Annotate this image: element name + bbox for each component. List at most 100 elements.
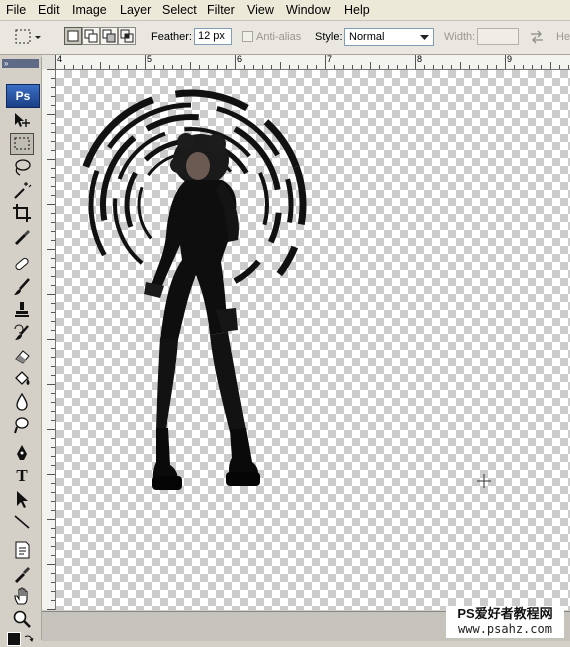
healing-brush-icon [15,257,29,271]
ring-arc [292,165,307,226]
width-input[interactable] [477,28,519,45]
ruler-label-9: 9 [507,55,513,64]
collapse-icon: » [4,59,9,68]
document-canvas[interactable] [56,70,570,610]
ruler-label-5: 5 [147,55,153,64]
dodge-icon [14,417,29,434]
horizontal-ruler[interactable]: 4 5 6 7 8 9 [55,55,570,70]
move-tool[interactable] [10,110,34,132]
path-selection-tool[interactable] [10,488,34,510]
height-label: He [556,31,570,43]
zoom-icon [13,610,31,628]
foreground-color-swatch[interactable] [7,632,21,646]
dodge-tool[interactable] [10,414,34,436]
pen-tool[interactable] [10,442,34,464]
menu-window[interactable]: Window [286,3,330,17]
blur-icon [16,392,28,411]
type-icon: T [16,466,28,485]
new-selection-icon [67,30,79,42]
antialias-label: Anti-alias [256,31,302,43]
blur-tool[interactable] [10,391,34,413]
ruler-label-4: 4 [57,55,63,64]
move-icon [15,113,30,127]
woman-figure [144,133,260,490]
clone-stamp-tool[interactable] [10,299,34,321]
subtract-selection-button[interactable] [100,27,118,45]
vertical-ruler[interactable] [42,69,56,610]
menu-view[interactable]: View [247,3,274,17]
artwork [82,89,491,490]
menu-image[interactable]: Image [72,3,107,17]
options-bar: Feather: 12 px Anti-alias Style: Normal … [0,21,570,55]
hand-icon [14,587,28,605]
paint-bucket-icon [15,371,30,385]
intersect-selection-button[interactable] [118,27,136,45]
menu-select[interactable]: Select [162,3,197,17]
eraser-icon [15,350,30,364]
antialias-checkbox[interactable] [242,31,253,42]
ruler-origin[interactable] [42,55,56,70]
menu-bar: File Edit Image Layer Select Filter View… [0,0,570,21]
toolbox: » Ps T [0,57,42,646]
site-watermark: PS爱好者教程网 www.psahz.com [446,606,564,638]
ruler-ticks [55,55,569,69]
eyedropper-tool[interactable] [10,562,34,584]
eraser-tool[interactable] [10,345,34,367]
ruler-label-8: 8 [417,55,423,64]
notes-icon [15,541,30,559]
healing-brush-tool[interactable] [10,253,34,275]
style-select[interactable]: Normal [344,28,434,46]
history-brush-icon [14,324,29,340]
watermark-url: www.psahz.com [458,622,552,636]
add-selection-button[interactable] [82,27,100,45]
swap-width-height-button[interactable] [530,30,544,44]
eyedropper-icon [15,230,30,245]
marquee-icon [14,137,30,150]
ring-arc [233,259,261,284]
subtract-selection-icon [102,29,116,43]
clone-stamp-icon [15,302,29,317]
menu-filter[interactable]: Filter [207,3,235,17]
menu-edit[interactable]: Edit [38,3,60,17]
path-select-icon [17,491,28,508]
crop-icon [13,204,31,222]
crop-tool[interactable] [10,202,34,224]
menu-layer[interactable]: Layer [120,3,151,17]
brush-icon [14,278,30,295]
magic-wand-tool[interactable] [10,179,34,201]
menu-file[interactable]: File [6,3,26,17]
add-selection-icon [84,29,98,43]
ring-arc [233,126,281,191]
marquee-preset-icon [15,29,41,44]
swap-colors-icon[interactable] [24,633,34,643]
new-selection-button[interactable] [64,27,82,45]
style-select-value: Normal [349,31,385,43]
ruler-label-7: 7 [327,55,333,64]
vertical-ruler-ticks [47,69,55,610]
notes-tool[interactable] [10,539,34,561]
ring-arc [124,171,138,228]
menu-help[interactable]: Help [344,3,370,17]
slice-tool[interactable] [10,225,34,247]
zoom-tool[interactable] [10,608,34,630]
hand-tool[interactable] [10,585,34,607]
ring-arc [258,172,270,226]
history-brush-tool[interactable] [10,322,34,344]
ring-arc [285,178,294,223]
paint-bucket-tool[interactable] [10,368,34,390]
chevron-down-icon [420,35,429,40]
ring-arc [276,245,299,277]
ring-arc [117,131,166,180]
line-tool[interactable] [10,511,34,533]
tool-preset-picker[interactable] [14,28,42,46]
type-tool[interactable]: T [10,465,34,487]
brush-tool[interactable] [10,276,34,298]
ring-arc [216,105,280,157]
lasso-icon [15,159,31,176]
ring-arc [137,186,153,240]
feather-input[interactable]: 12 px [194,28,232,45]
marquee-tool[interactable] [10,133,34,155]
ring-arc [99,135,137,221]
lasso-tool[interactable] [10,156,34,178]
intersect-selection-icon [120,29,134,43]
